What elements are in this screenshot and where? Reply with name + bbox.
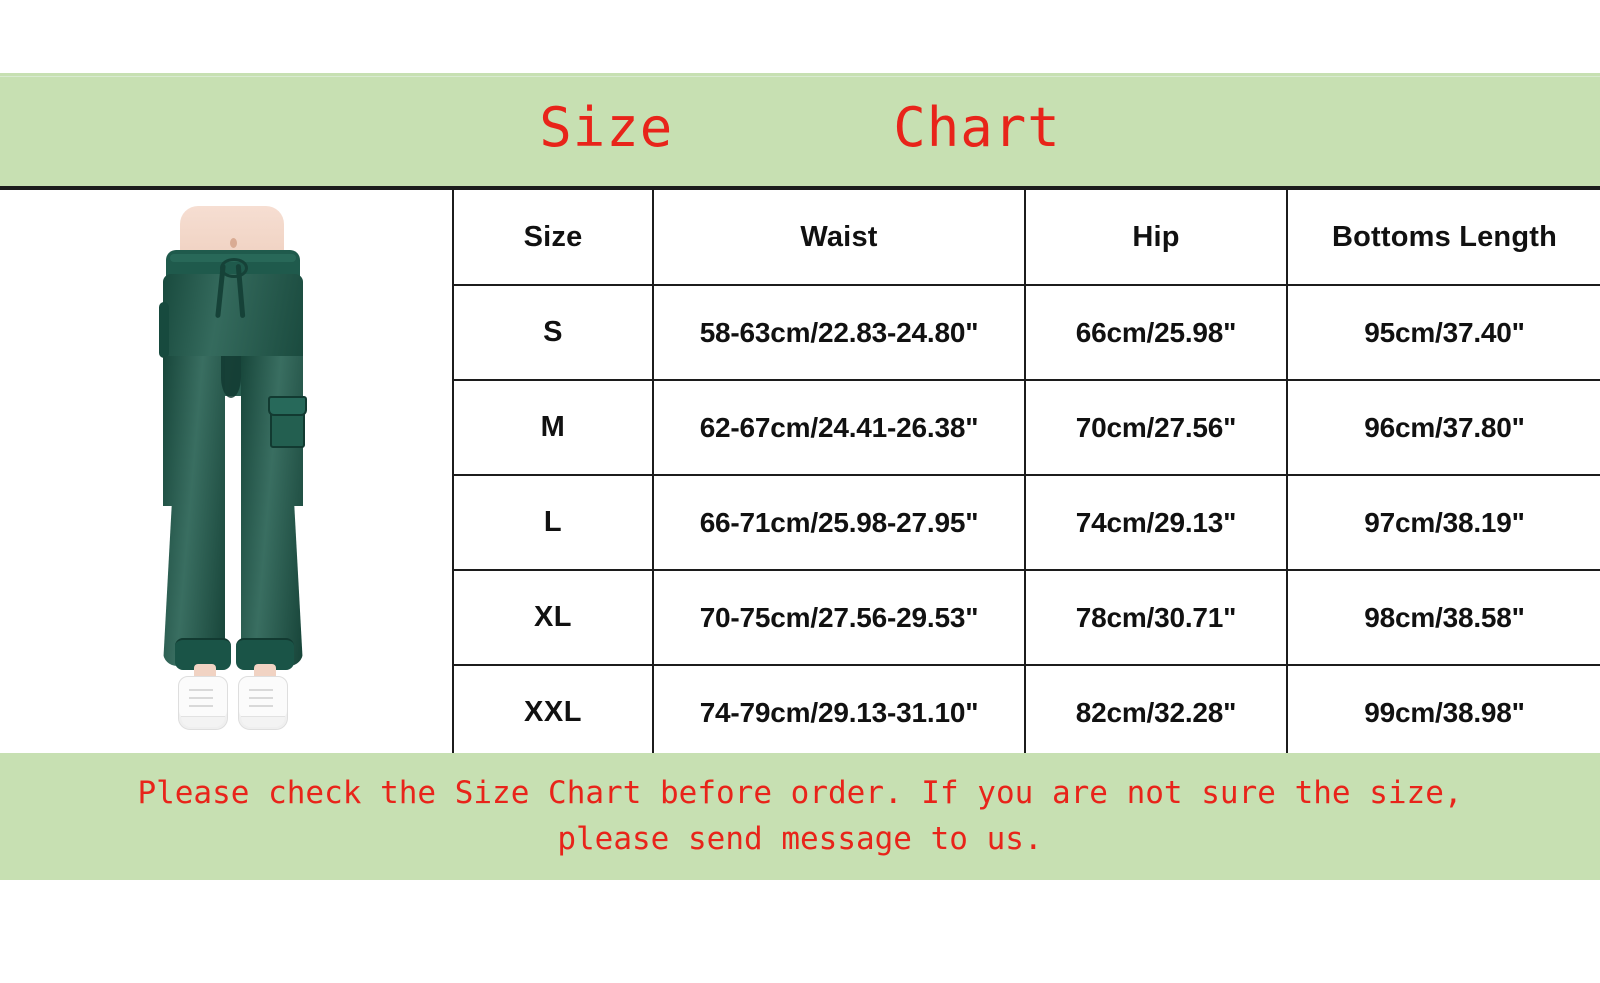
pants-crotch-shadow bbox=[221, 356, 241, 398]
sneaker-lace bbox=[189, 697, 213, 699]
column-header-waist: Waist bbox=[652, 190, 1026, 286]
cell-size: XL bbox=[452, 570, 654, 666]
cell-hip: 82cm/32.28" bbox=[1024, 665, 1288, 762]
cell-hip: 78cm/30.71" bbox=[1024, 570, 1288, 666]
page-title-chart: Chart bbox=[893, 95, 1061, 159]
cell-size: M bbox=[452, 380, 654, 476]
table-row: XL 70-75cm/27.56-29.53" 78cm/30.71" 98cm… bbox=[452, 570, 1600, 666]
footer-note-line-1: Please check the Size Chart before order… bbox=[137, 774, 1463, 811]
title-band: Size Chart bbox=[0, 73, 1600, 186]
cell-length: 99cm/38.98" bbox=[1286, 665, 1600, 762]
cell-waist: 58-63cm/22.83-24.80" bbox=[652, 285, 1026, 381]
page-title-size: Size bbox=[539, 95, 674, 159]
cell-length: 97cm/38.19" bbox=[1286, 475, 1600, 571]
cell-waist: 70-75cm/27.56-29.53" bbox=[652, 570, 1026, 666]
table-row: S 58-63cm/22.83-24.80" 66cm/25.98" 95cm/… bbox=[452, 285, 1600, 381]
table-header-row: Size Waist Hip Bottoms Length bbox=[452, 190, 1600, 286]
pants-left-leg-shading bbox=[163, 356, 225, 666]
table-row: XXL 74-79cm/29.13-31.10" 82cm/32.28" 99c… bbox=[452, 665, 1600, 762]
cargo-pocket-flap bbox=[268, 396, 307, 416]
model-illustration bbox=[118, 206, 348, 730]
cell-waist: 66-71cm/25.98-27.95" bbox=[652, 475, 1026, 571]
column-header-length: Bottoms Length bbox=[1286, 190, 1600, 286]
cell-size: L bbox=[452, 475, 654, 571]
cell-length: 96cm/37.80" bbox=[1286, 380, 1600, 476]
cell-length: 95cm/37.40" bbox=[1286, 285, 1600, 381]
chart-body: Size Waist Hip Bottoms Length S 58-63cm/… bbox=[0, 186, 1600, 762]
drawstring-knot bbox=[220, 258, 248, 278]
cell-hip: 70cm/27.56" bbox=[1024, 380, 1288, 476]
footer-band: Please check the Size Chart before order… bbox=[0, 753, 1600, 880]
sneaker-right bbox=[238, 676, 288, 730]
cell-hip: 66cm/25.98" bbox=[1024, 285, 1288, 381]
top-whitespace bbox=[0, 0, 1600, 73]
sneaker-lace bbox=[249, 689, 273, 691]
sneaker-left bbox=[178, 676, 228, 730]
sneaker-lace bbox=[189, 689, 213, 691]
column-header-size: Size bbox=[452, 190, 654, 286]
column-header-hip: Hip bbox=[1024, 190, 1288, 286]
cell-waist: 62-67cm/24.41-26.38" bbox=[652, 380, 1026, 476]
sneaker-lace bbox=[189, 705, 213, 707]
table-row: M 62-67cm/24.41-26.38" 70cm/27.56" 96cm/… bbox=[452, 380, 1600, 476]
bottom-whitespace bbox=[0, 880, 1600, 983]
cell-hip: 74cm/29.13" bbox=[1024, 475, 1288, 571]
sneaker-lace bbox=[249, 705, 273, 707]
cell-size: XXL bbox=[452, 665, 654, 762]
cell-size: S bbox=[452, 285, 654, 381]
size-chart-table: Size Waist Hip Bottoms Length S 58-63cm/… bbox=[452, 190, 1600, 762]
pants-side-pocket bbox=[159, 302, 169, 358]
table-row: L 66-71cm/25.98-27.95" 74cm/29.13" 97cm/… bbox=[452, 475, 1600, 571]
cell-waist: 74-79cm/29.13-31.10" bbox=[652, 665, 1026, 762]
model-navel bbox=[230, 238, 237, 248]
cell-length: 98cm/38.58" bbox=[1286, 570, 1600, 666]
size-chart-page: Size Chart Size Waist Hip Bottoms Length… bbox=[0, 0, 1600, 983]
footer-note-line-2: please send message to us. bbox=[557, 820, 1043, 857]
product-photo bbox=[0, 190, 452, 753]
sneaker-lace bbox=[249, 697, 273, 699]
title-band-hairline bbox=[0, 76, 1600, 77]
